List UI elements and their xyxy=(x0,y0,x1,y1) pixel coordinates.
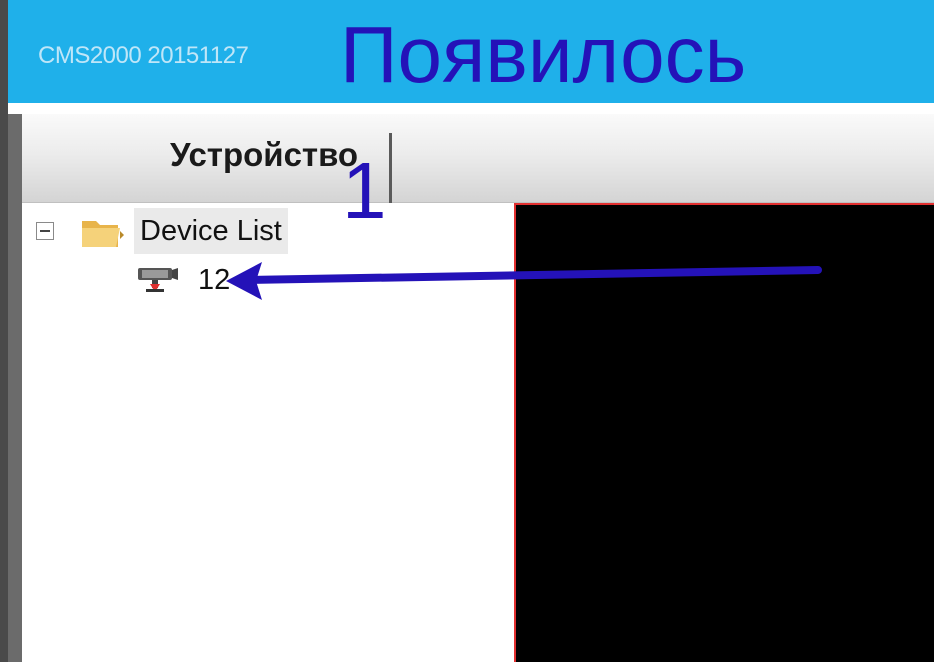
annotation-arrow-icon xyxy=(226,262,822,300)
cms-window: CMS2000 20151127 Устройство Device List … xyxy=(0,0,934,662)
